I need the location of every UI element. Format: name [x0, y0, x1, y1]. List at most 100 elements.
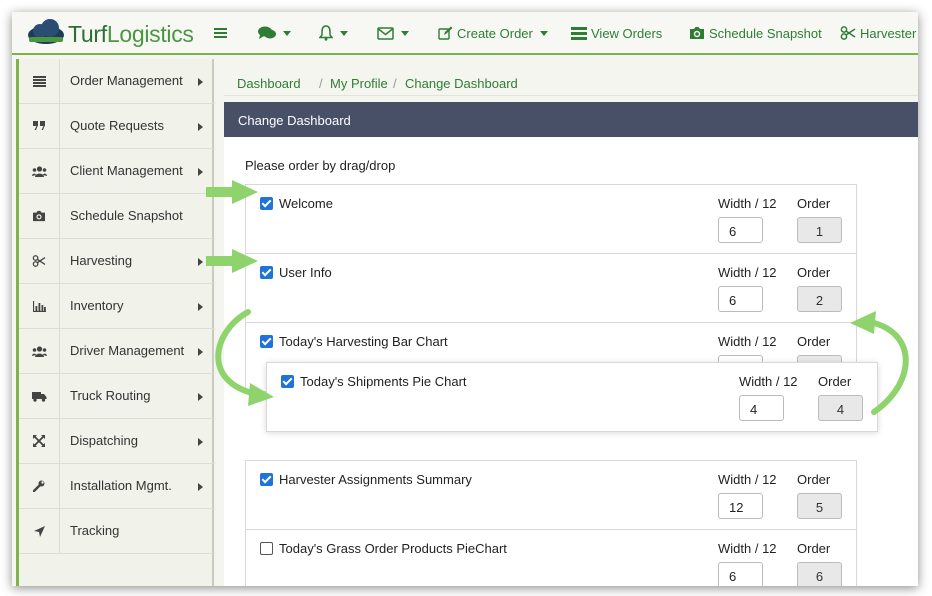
sidebar-item-label: Harvesting: [70, 253, 133, 268]
chevron-right-icon: [198, 348, 203, 356]
sidebar: Order Management Quote Requests Client M…: [16, 59, 215, 586]
chevron-down-icon: [539, 30, 548, 36]
width-input[interactable]: 4: [739, 395, 784, 421]
width-input[interactable]: 6: [718, 562, 763, 586]
widget-checkbox[interactable]: [260, 197, 273, 210]
chevron-right-icon: [198, 258, 203, 266]
sidebar-item-tracking[interactable]: Tracking: [19, 509, 215, 554]
sidebar-item-label: Inventory: [70, 298, 124, 313]
width-label: Width / 12: [718, 472, 777, 487]
sidebar-item-schedule-snapshot[interactable]: Schedule Snapshot: [19, 194, 215, 239]
breadcrumb-current-page: Change Dashboard: [405, 76, 518, 91]
instructions-text: Please order by drag/drop: [245, 158, 396, 173]
location-arrow-icon: [19, 509, 60, 553]
width-input[interactable]: 12: [718, 493, 763, 519]
sidebar-item-label: Installation Mgmt.: [70, 478, 172, 493]
sidebar-item-driver-management[interactable]: Driver Management: [19, 329, 215, 374]
sidebar-item-dispatching[interactable]: Dispatching: [19, 419, 215, 464]
view-orders-link[interactable]: View Orders: [571, 22, 662, 44]
chevron-right-icon: [198, 303, 203, 311]
order-label: Order: [818, 374, 852, 389]
camera-icon: [690, 27, 704, 39]
sidebar-item-label: Truck Routing: [70, 388, 151, 403]
app-window: TurfLogistics Create Order View Orders S…: [12, 12, 918, 586]
truck-icon: [19, 374, 60, 418]
chevron-right-icon: [198, 78, 203, 86]
width-label: Width / 12: [718, 196, 777, 211]
sidebar-item-label: Client Management: [70, 163, 183, 178]
widget-title: Today's Grass Order Products PieChart: [279, 541, 507, 556]
sidebar-item-label: Schedule Snapshot: [70, 208, 183, 223]
list-icon: [571, 26, 587, 40]
users-icon: [19, 329, 60, 373]
breadcrumb-my-profile-link[interactable]: My Profile: [330, 76, 388, 91]
width-input[interactable]: 6: [718, 217, 763, 243]
widget-title: User Info: [279, 265, 332, 280]
widget-row-user-info[interactable]: User Info Width / 12 Order 6 2: [245, 253, 857, 323]
scissors-icon: [19, 239, 60, 283]
cloud-logo-icon: [28, 19, 64, 44]
logo[interactable]: TurfLogistics: [26, 17, 206, 49]
bell-icon: [319, 25, 333, 41]
camera-icon: [19, 194, 60, 238]
sidebar-item-label: Driver Management: [70, 343, 185, 358]
widget-title: Today's Harvesting Bar Chart: [279, 334, 448, 349]
harvester-link[interactable]: Harvester: [840, 22, 916, 44]
width-label: Width / 12: [718, 265, 777, 280]
menu-toggle-button[interactable]: [214, 22, 228, 44]
sidebar-item-quote-requests[interactable]: Quote Requests: [19, 104, 215, 149]
breadcrumb-dashboard-link[interactable]: Dashboard: [237, 76, 301, 91]
sidebar-item-order-management[interactable]: Order Management: [19, 59, 215, 104]
arrows-icon: [19, 419, 60, 463]
view-orders-label: View Orders: [591, 25, 663, 41]
sidebar-item-inventory[interactable]: Inventory: [19, 284, 215, 329]
sidebar-item-truck-routing[interactable]: Truck Routing: [19, 374, 215, 419]
panel-title: Change Dashboard: [238, 113, 351, 128]
width-label: Width / 12: [739, 374, 798, 389]
chevron-down-icon: [340, 30, 348, 36]
order-field: 4: [818, 395, 863, 421]
chevron-right-icon: [198, 168, 203, 176]
notifications-dropdown[interactable]: [319, 22, 348, 44]
mail-dropdown[interactable]: [377, 22, 409, 44]
order-label: Order: [797, 541, 831, 556]
breadcrumb-separator: /: [319, 76, 323, 91]
width-input[interactable]: 6: [718, 286, 763, 312]
order-label: Order: [797, 265, 831, 280]
widget-row-shipments-pie-chart-dragging[interactable]: Today's Shipments Pie Chart Width / 12 O…: [266, 362, 878, 432]
widget-checkbox[interactable]: [260, 335, 273, 348]
width-label: Width / 12: [718, 334, 777, 349]
create-order-dropdown[interactable]: Create Order: [438, 22, 548, 44]
schedule-snapshot-link[interactable]: Schedule Snapshot: [689, 22, 822, 44]
create-order-label: Create Order: [457, 25, 533, 41]
chevron-right-icon: [198, 123, 203, 131]
breadcrumb: Dashboard / My Profile / Change Dashboar…: [224, 62, 918, 96]
order-label: Order: [797, 334, 831, 349]
widget-checkbox[interactable]: [260, 542, 273, 555]
widget-checkbox[interactable]: [260, 266, 273, 279]
wrench-icon: [19, 464, 60, 508]
change-dashboard-panel: Change Dashboard Please order by drag/dr…: [224, 102, 918, 586]
order-label: Order: [797, 472, 831, 487]
quote-icon: [19, 104, 60, 148]
chevron-down-icon: [401, 30, 409, 36]
widget-row-harvester-assignments-summary[interactable]: Harvester Assignments Summary Width / 12…: [245, 460, 857, 530]
chevron-right-icon: [198, 483, 203, 491]
messages-dropdown[interactable]: [258, 22, 291, 44]
sidebar-item-client-management[interactable]: Client Management: [19, 149, 215, 194]
users-icon: [19, 149, 60, 193]
widget-row-grass-order-products-piechart[interactable]: Today's Grass Order Products PieChart Wi…: [245, 529, 857, 586]
list-icon: [19, 59, 60, 103]
panel-header: Change Dashboard: [224, 102, 918, 137]
sidebar-item-label: Order Management: [70, 73, 183, 88]
order-field: 1: [797, 217, 842, 243]
sidebar-item-installation-mgmt[interactable]: Installation Mgmt.: [19, 464, 215, 509]
widget-row-welcome[interactable]: Welcome Width / 12 Order 6 1: [245, 184, 857, 254]
breadcrumb-separator: /: [393, 76, 397, 91]
sidebar-item-harvesting[interactable]: Harvesting: [19, 239, 215, 284]
widget-checkbox[interactable]: [281, 375, 294, 388]
widget-title: Today's Shipments Pie Chart: [300, 374, 467, 389]
widget-checkbox[interactable]: [260, 473, 273, 486]
widget-title: Harvester Assignments Summary: [279, 472, 472, 487]
width-label: Width / 12: [718, 541, 777, 556]
